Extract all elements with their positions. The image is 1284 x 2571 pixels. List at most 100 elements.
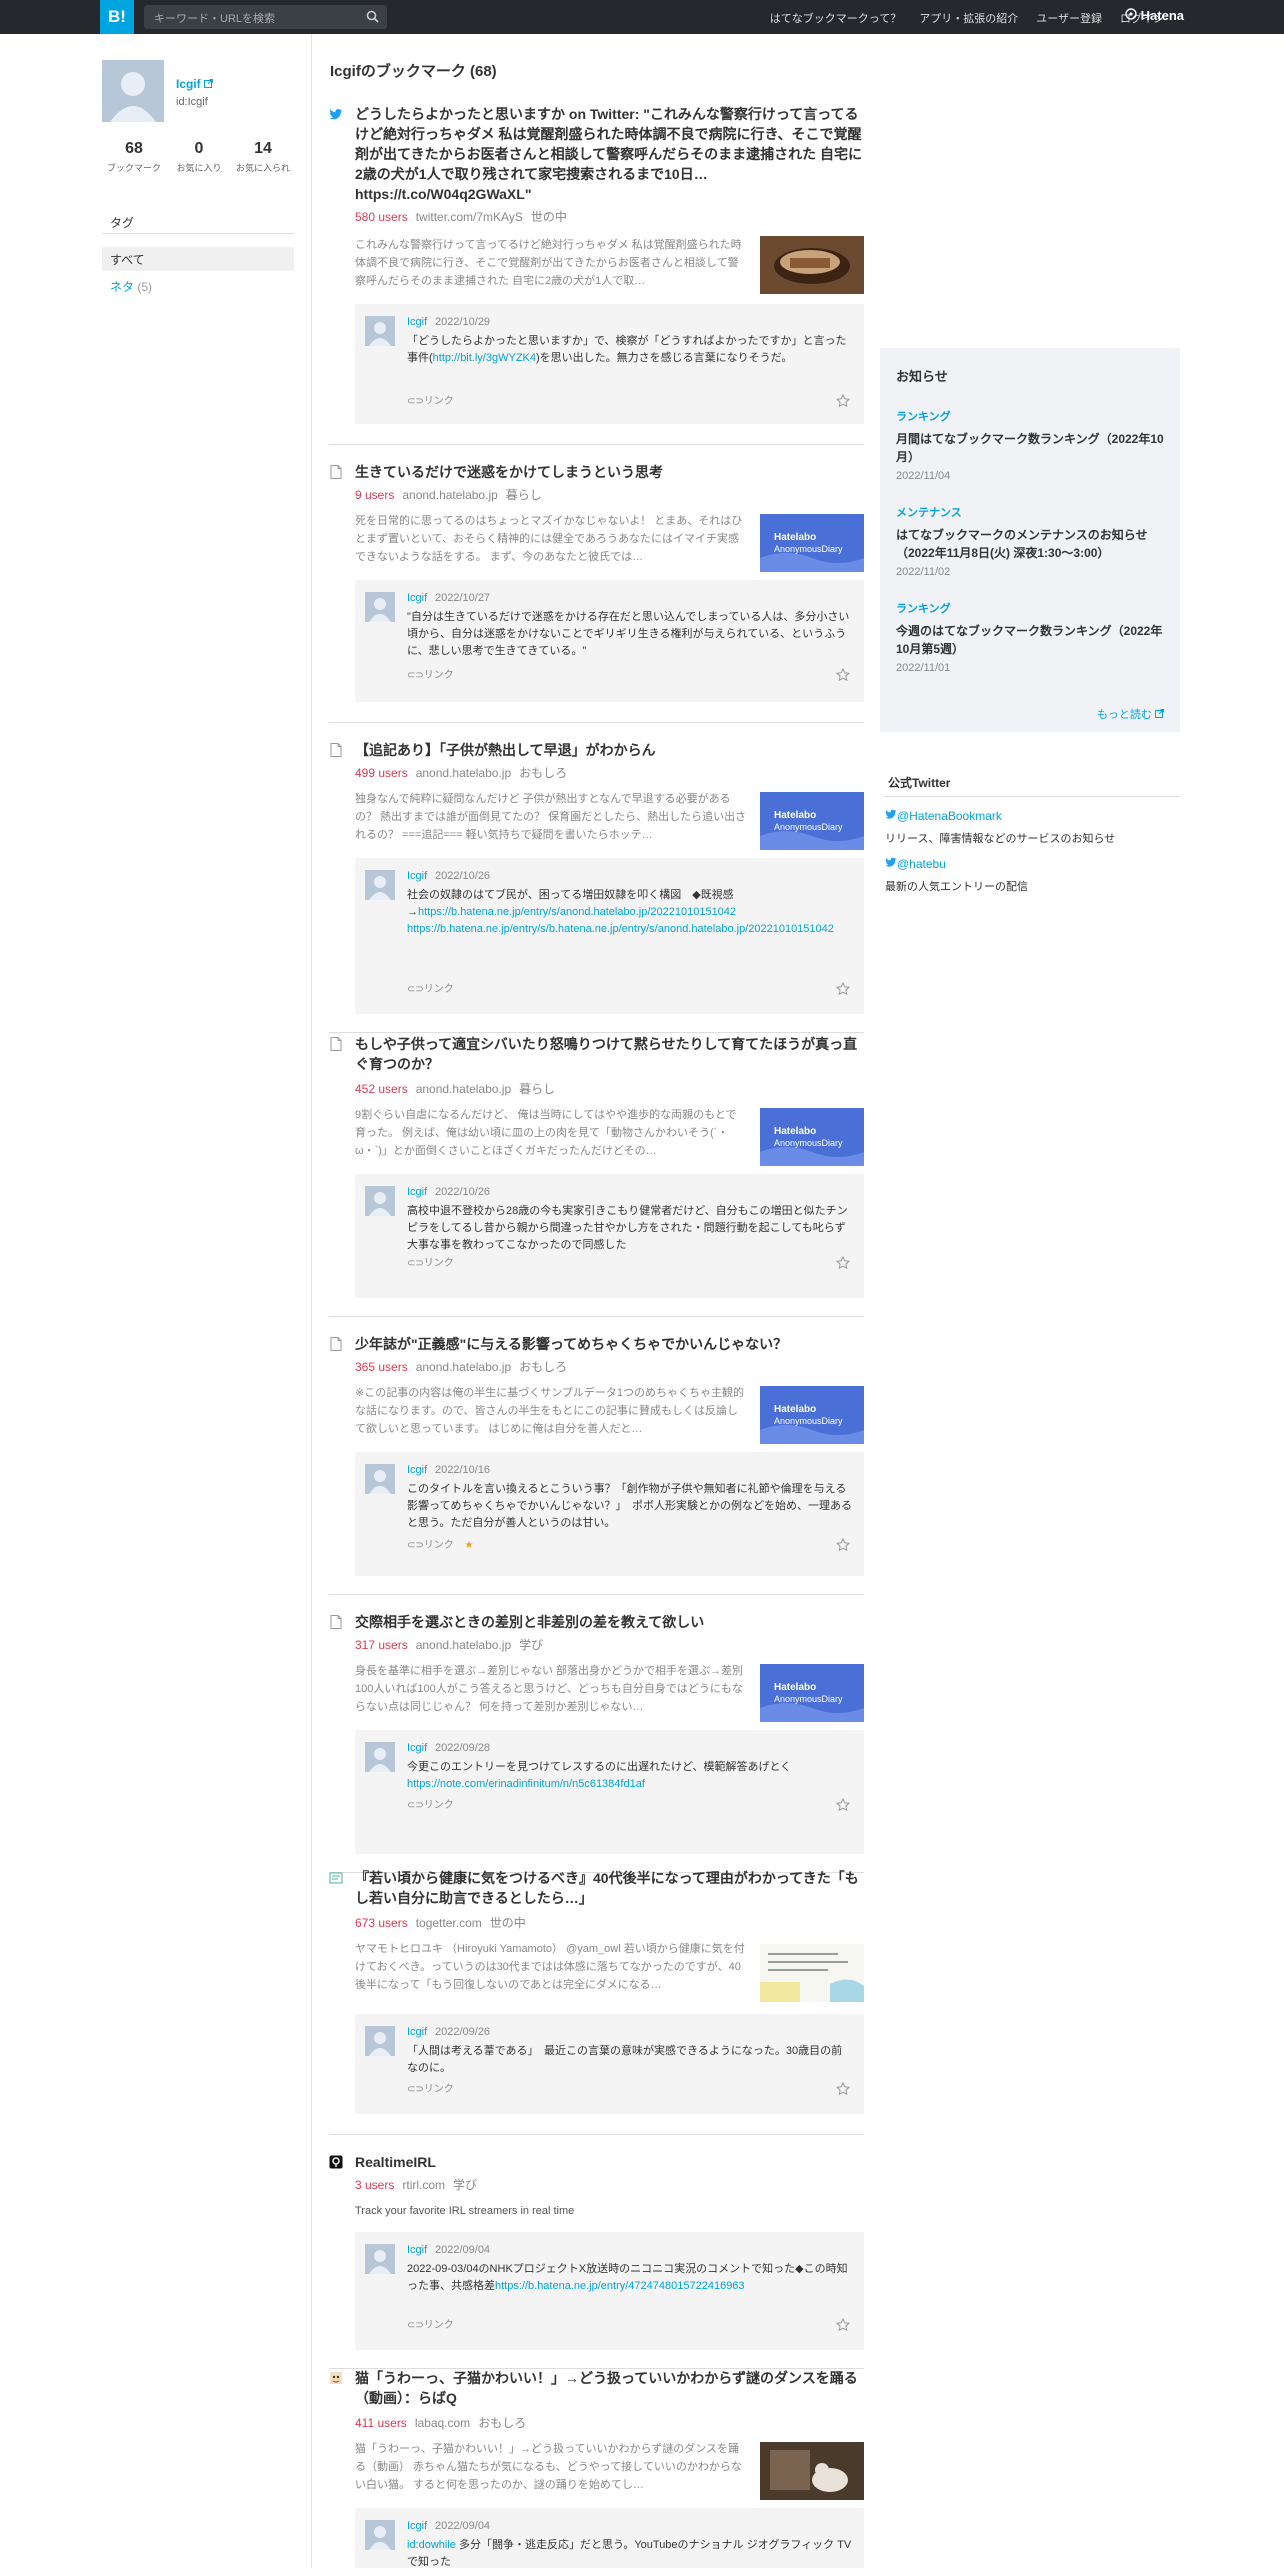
entry-title[interactable]: 交際相手を選ぶときの差別と非差別の差を教えて欲しい bbox=[355, 1612, 864, 1632]
comment-avatar[interactable] bbox=[365, 2026, 395, 2056]
entry-host[interactable]: anond.hatelabo.jp bbox=[416, 1082, 511, 1096]
hatena-brand[interactable]: Hatena bbox=[1124, 8, 1184, 23]
stat-favorited[interactable]: 14 お気に入られ bbox=[233, 140, 293, 174]
twitter-account-link[interactable]: @HatenaBookmark bbox=[885, 808, 1002, 823]
notice-item[interactable]: ランキング 今週のはてなブックマーク数ランキング（2022年10月第5週） 20… bbox=[896, 600, 1166, 674]
comment-link-label[interactable]: リンク bbox=[424, 1800, 454, 1811]
entry-host[interactable]: labaq.com bbox=[415, 2416, 470, 2430]
entry-thumbnail[interactable] bbox=[760, 2442, 864, 2500]
comment-url[interactable]: http://bit.ly/3gWYZK4 bbox=[433, 352, 536, 364]
entry-category[interactable]: おもしろ bbox=[519, 766, 567, 780]
avatar[interactable] bbox=[102, 60, 164, 122]
entry-users[interactable]: 9 users bbox=[355, 488, 394, 502]
comment-link-label[interactable]: リンク bbox=[424, 2084, 454, 2095]
nav-apps[interactable]: アプリ・拡張の紹介 bbox=[919, 10, 1018, 26]
notice-item[interactable]: ランキング 月間はてなブックマーク数ランキング（2022年10月） 2022/1… bbox=[896, 408, 1166, 482]
entry-users[interactable]: 580 users bbox=[355, 210, 408, 224]
comment-link[interactable]: ⊂⊃リンク bbox=[407, 666, 454, 681]
add-star-icon[interactable] bbox=[835, 1255, 851, 1273]
comment-user[interactable]: Icgif bbox=[407, 1464, 427, 1476]
add-star-icon[interactable] bbox=[835, 981, 851, 999]
entry-thumbnail[interactable] bbox=[760, 1944, 864, 2002]
comment-user[interactable]: Icgif bbox=[407, 1186, 427, 1198]
more-link-text[interactable]: もっと読む bbox=[1097, 709, 1152, 721]
tag-item-neta[interactable]: ネタ (5) bbox=[110, 278, 152, 295]
twitter-handle[interactable]: @HatenaBookmark bbox=[897, 809, 1002, 823]
comment-date[interactable]: 2022/09/04 bbox=[435, 2244, 490, 2256]
search-placeholder[interactable]: キーワード・URLを検索 bbox=[154, 10, 275, 26]
nav-about[interactable]: はてなブックマークって？ bbox=[770, 10, 901, 26]
comment-avatar[interactable] bbox=[365, 1464, 395, 1494]
profile-name-text[interactable]: Icgif bbox=[176, 77, 201, 91]
comment-url[interactable]: https://b.hatena.ne.jp/entry/s/anond.hat… bbox=[418, 906, 736, 918]
entry-users[interactable]: 499 users bbox=[355, 766, 408, 780]
comment-link[interactable]: ⊂⊃リンク bbox=[407, 980, 454, 995]
twitter-account-link[interactable]: @hatebu bbox=[885, 856, 946, 871]
comment-date[interactable]: 2022/09/26 bbox=[435, 2026, 490, 2038]
comment-user[interactable]: Icgif bbox=[407, 592, 427, 604]
entry-category[interactable]: おもしろ bbox=[478, 2416, 526, 2430]
entry-users[interactable]: 3 users bbox=[355, 2178, 394, 2192]
twitter-handle[interactable]: @hatebu bbox=[897, 857, 946, 871]
add-star-icon[interactable] bbox=[835, 2081, 851, 2099]
comment-url-2[interactable]: https://b.hatena.ne.jp/entry/s/b.hatena.… bbox=[407, 923, 834, 935]
notice-category[interactable]: ランキング bbox=[896, 408, 1166, 424]
entry-title[interactable]: 猫「うわーっ、子猫かわいい！」→どう扱っていいかわからず謎のダンスを踊る（動画）… bbox=[355, 2368, 864, 2408]
comment-link-label[interactable]: リンク bbox=[424, 984, 454, 995]
comment-date[interactable]: 2022/09/28 bbox=[435, 1742, 490, 1754]
entry-title[interactable]: 『若い頃から健康に気をつけるべき』40代後半になって理由がわかってきた「もし若い… bbox=[355, 1868, 864, 1908]
hatena-bookmark-logo[interactable]: B! bbox=[100, 0, 134, 34]
comment-link[interactable]: ⊂⊃リンク bbox=[407, 1254, 454, 1269]
add-star-icon[interactable] bbox=[835, 1797, 851, 1815]
comment-user[interactable]: Icgif bbox=[407, 1742, 427, 1754]
add-star-icon[interactable] bbox=[835, 1537, 851, 1555]
comment-avatar[interactable] bbox=[365, 1186, 395, 1216]
profile-user-name[interactable]: Icgif bbox=[176, 77, 214, 91]
tag-name[interactable]: ネタ bbox=[110, 280, 134, 294]
comment-user[interactable]: Icgif bbox=[407, 870, 427, 882]
entry-host[interactable]: anond.hatelabo.jp bbox=[402, 488, 497, 502]
notice-title[interactable]: はてなブックマークのメンテナンスのお知らせ（2022年11月8日(火) 深夜1:… bbox=[896, 526, 1166, 562]
comment-link-label[interactable]: リンク bbox=[424, 670, 454, 681]
entry-category[interactable]: 学び bbox=[453, 2178, 477, 2192]
comment-avatar[interactable] bbox=[365, 870, 395, 900]
entry-category[interactable]: 暮らし bbox=[506, 488, 542, 502]
comment-date[interactable]: 2022/10/26 bbox=[435, 870, 490, 882]
add-star-icon[interactable] bbox=[835, 2317, 851, 2335]
comment-avatar[interactable] bbox=[365, 2244, 395, 2274]
comment-link-label[interactable]: リンク bbox=[424, 1540, 454, 1551]
comment-link[interactable]: ⊂⊃リンク bbox=[407, 392, 454, 407]
comment-url[interactable]: https://b.hatena.ne.jp/entry/47247480157… bbox=[495, 2280, 745, 2292]
notice-category[interactable]: ランキング bbox=[896, 600, 1166, 616]
entry-category[interactable]: 世の中 bbox=[531, 210, 567, 224]
comment-date[interactable]: 2022/10/16 bbox=[435, 1464, 490, 1476]
entry-thumbnail[interactable]: Hatelabo AnonymousDiary bbox=[760, 1386, 864, 1444]
entry-title[interactable]: どうしたらよかったと思いますか on Twitter: "これみんな警察行けって… bbox=[355, 104, 864, 204]
entry-users[interactable]: 452 users bbox=[355, 1082, 408, 1096]
notice-title[interactable]: 今週のはてなブックマーク数ランキング（2022年10月第5週） bbox=[896, 622, 1166, 658]
entry-thumbnail[interactable]: Hatelabo AnonymousDiary bbox=[760, 792, 864, 850]
entry-title[interactable]: 少年誌が"正義感"に与える影響ってめちゃくちゃでかいんじゃない？ bbox=[355, 1334, 864, 1354]
comment-date[interactable]: 2022/10/26 bbox=[435, 1186, 490, 1198]
entry-title[interactable]: 【追記あり】「子供が熱出して早退」がわからん bbox=[355, 740, 864, 760]
entry-host[interactable]: togetter.com bbox=[416, 1916, 482, 1930]
search-icon[interactable] bbox=[366, 10, 379, 26]
comment-mention[interactable]: id:dowhile bbox=[407, 2539, 456, 2551]
star-icon[interactable]: ★ bbox=[465, 1540, 474, 1551]
entry-users[interactable]: 673 users bbox=[355, 1916, 408, 1930]
add-star-icon[interactable] bbox=[835, 393, 851, 411]
entry-host[interactable]: anond.hatelabo.jp bbox=[416, 766, 511, 780]
stat-bookmarks[interactable]: 68 ブックマーク bbox=[104, 140, 164, 174]
comment-user[interactable]: Icgif bbox=[407, 2520, 427, 2532]
search-box[interactable]: キーワード・URLを検索 bbox=[144, 5, 387, 29]
comment-avatar[interactable] bbox=[365, 592, 395, 622]
entry-category[interactable]: 学び bbox=[519, 1638, 543, 1652]
comment-avatar[interactable] bbox=[365, 1742, 395, 1772]
comment-link[interactable]: ⊂⊃リンク bbox=[407, 2316, 454, 2331]
comment-date[interactable]: 2022/10/27 bbox=[435, 592, 490, 604]
entry-category[interactable]: 暮らし bbox=[519, 1082, 555, 1096]
comment-user[interactable]: Icgif bbox=[407, 2244, 427, 2256]
entry-thumbnail[interactable] bbox=[760, 236, 864, 294]
entry-host[interactable]: anond.hatelabo.jp bbox=[416, 1360, 511, 1374]
comment-link-label[interactable]: リンク bbox=[424, 396, 454, 407]
